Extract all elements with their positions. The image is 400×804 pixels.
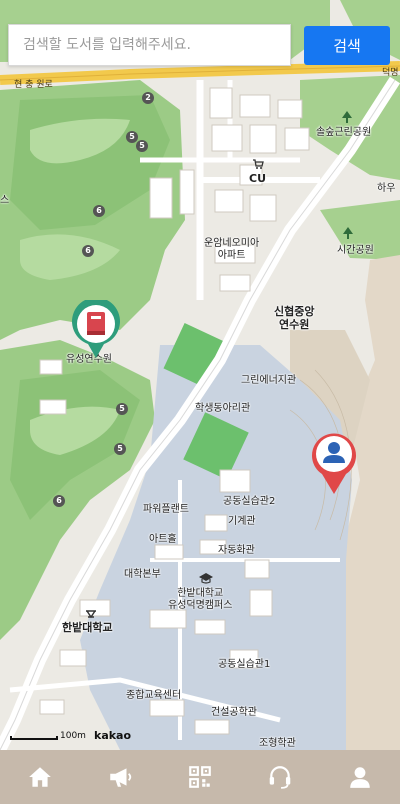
park-tree-icon — [342, 111, 352, 123]
nav-notice-button[interactable] — [80, 750, 160, 804]
map-label: 기계관 — [228, 516, 256, 527]
park-tree-icon — [343, 227, 353, 239]
map-attribution: kakao — [94, 729, 132, 742]
map-label: 하우 — [377, 183, 396, 194]
map-label: 건설공학관 — [211, 707, 257, 718]
map-label: 시간공원 — [337, 245, 374, 256]
search-input[interactable] — [9, 25, 290, 65]
nav-profile-button[interactable] — [320, 750, 400, 804]
headset-icon — [269, 766, 291, 789]
course-number: 5 — [126, 131, 138, 143]
course-number: 5 — [114, 443, 126, 455]
search-box — [8, 24, 291, 66]
home-icon — [29, 767, 51, 787]
bottom-nav — [0, 750, 400, 804]
map-label: CU — [249, 172, 267, 185]
course-number: 5 — [136, 140, 148, 152]
nav-support-button[interactable] — [240, 750, 320, 804]
map-view[interactable]: 현 충 원로 덕명 2 5 5 6 6 5 5 6 솔숲근린공원 CU 하우 시… — [0, 0, 400, 750]
user-location-marker[interactable] — [310, 430, 358, 496]
course-number: 2 — [142, 92, 154, 104]
course-number: 5 — [116, 403, 128, 415]
scale-label: 100m — [60, 731, 86, 741]
map-label: 종합교육센터 — [126, 690, 182, 701]
map-label: 대학본부 — [124, 569, 161, 580]
nav-qr-button[interactable] — [160, 750, 240, 804]
school-icon — [199, 573, 213, 584]
map-label: 스 — [0, 195, 10, 206]
map-label: 공동실습관1 — [218, 659, 271, 670]
map-label: 신협중앙 연수원 — [274, 305, 315, 332]
qr-code-icon — [189, 766, 211, 788]
map-label: 공동실습관2 — [223, 496, 276, 507]
map-label: 솔숲근린공원 — [316, 127, 372, 138]
course-number: 6 — [82, 245, 94, 257]
course-number: 6 — [93, 205, 105, 217]
university-icon — [86, 610, 96, 619]
megaphone-icon — [110, 768, 132, 787]
map-label: 파워플랜트 — [143, 504, 189, 515]
nav-home-button[interactable] — [0, 750, 80, 804]
map-label: 조형학관 — [259, 738, 296, 749]
map-label: 아트홀 — [149, 534, 177, 545]
map-label: 한밭대학교 유성덕명캠퍼스 — [168, 588, 233, 611]
map-label: 한밭대학교 — [62, 621, 113, 634]
road-label-hyeonchungwon: 현 충 원로 — [14, 80, 53, 90]
map-base — [0, 0, 400, 750]
map-label: 학생동아리관 — [195, 403, 251, 414]
person-icon — [350, 767, 370, 788]
library-marker[interactable] — [70, 297, 122, 360]
book-icon — [87, 312, 105, 335]
map-label: 그린에너지관 — [241, 375, 297, 386]
course-number: 6 — [53, 495, 65, 507]
map-label: 자동화관 — [218, 545, 255, 556]
search-button[interactable]: 검색 — [304, 26, 390, 65]
map-label: 운암네오미아 아파트 — [204, 238, 260, 261]
road-label-deokmyeong: 덕명 — [382, 68, 399, 78]
convenience-store-icon — [253, 159, 264, 169]
scale-bar — [10, 736, 58, 740]
